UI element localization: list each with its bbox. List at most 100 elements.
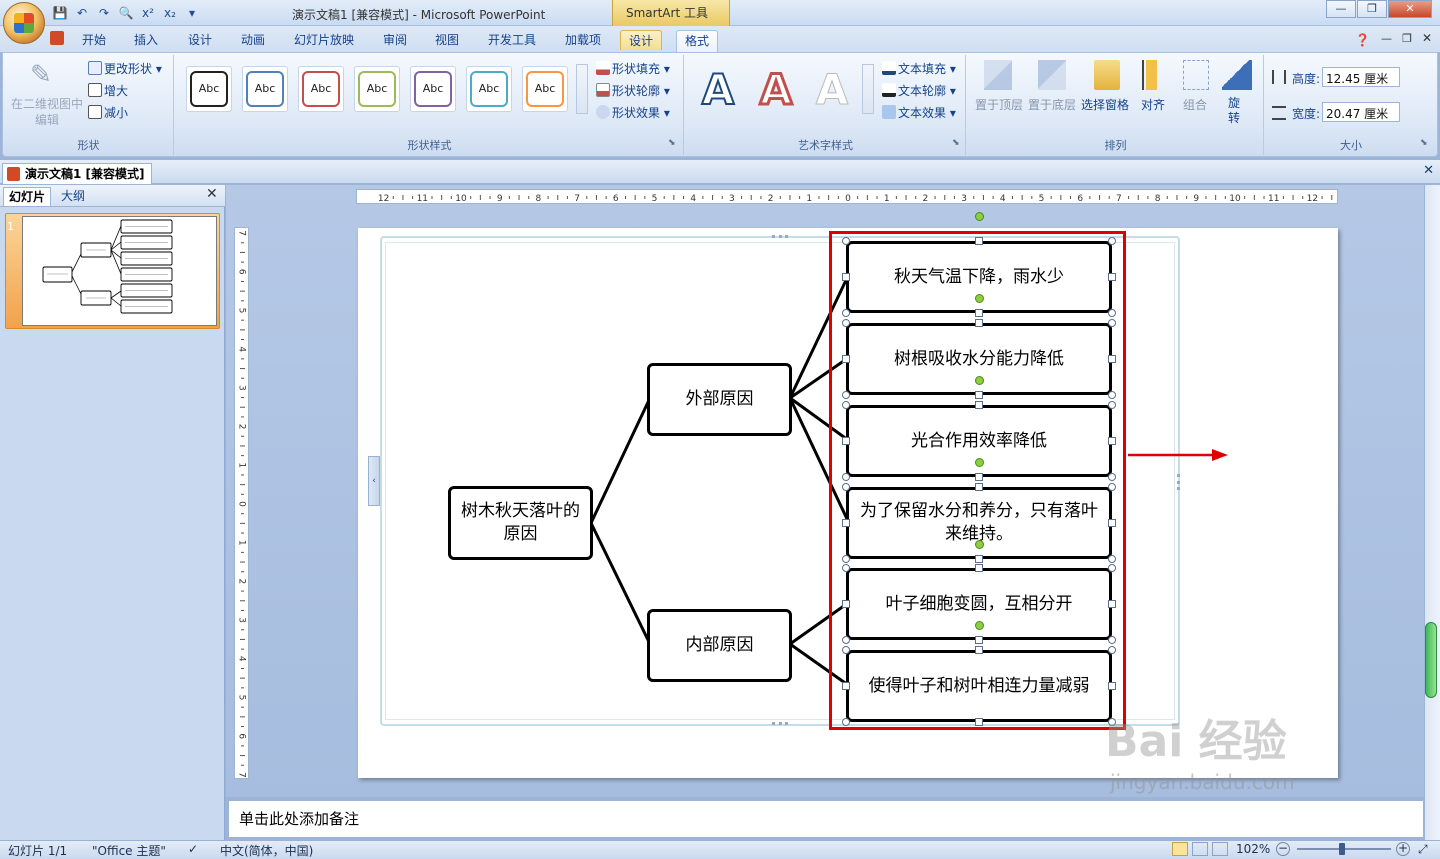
status-theme[interactable]: "Office 主题" — [92, 842, 166, 859]
undo-icon[interactable]: ↶ — [74, 5, 90, 21]
group-button[interactable]: 组合 — [1183, 96, 1207, 113]
shape-styles-launcher-icon[interactable]: ⬊ — [668, 138, 676, 148]
style-swatch-3[interactable]: Abc — [298, 66, 344, 112]
wordart-launcher-icon[interactable]: ⬊ — [952, 138, 960, 148]
larger-button[interactable]: 增大 — [88, 82, 128, 99]
align-button[interactable]: 对齐 — [1141, 96, 1165, 113]
group-shapes-label: 形状 — [77, 139, 100, 152]
change-shape-button[interactable]: 更改形状 ▾ — [88, 60, 162, 77]
document-close-icon[interactable]: ✕ — [1423, 163, 1434, 178]
status-language[interactable]: 中文(简体，中国) — [220, 842, 313, 859]
fit-window-icon[interactable]: ⤢ — [1418, 842, 1428, 857]
ruler-label: 2 — [923, 194, 929, 204]
tab-home[interactable]: 开始 — [74, 30, 114, 50]
style-swatch-5[interactable]: Abc — [410, 66, 456, 112]
size-launcher-icon[interactable]: ⬊ — [1420, 138, 1428, 148]
help-icon[interactable]: ❓ — [1355, 33, 1370, 47]
doc-minimize-icon[interactable]: — — [1381, 32, 1392, 45]
shape-effects-button[interactable]: 形状效果 ▾ — [596, 104, 670, 121]
diagram-root-node[interactable]: 树木秋天落叶的原因 — [448, 486, 593, 560]
shape-outline-icon — [596, 83, 610, 97]
text-outline-label: 文本轮廓 — [898, 84, 947, 98]
tab-developer[interactable]: 开发工具 — [480, 30, 544, 50]
edit-2d-button[interactable]: 在二维视图中编辑 — [8, 96, 86, 128]
slideshow-view-icon[interactable] — [1212, 842, 1228, 856]
smaller-button[interactable]: 减小 — [88, 104, 128, 121]
shape-fill-button[interactable]: 形状填充 ▾ — [596, 60, 670, 77]
wordart-style-3[interactable]: A — [806, 63, 858, 115]
bring-front-button[interactable]: 置于顶层 — [975, 96, 1023, 113]
vertical-scrollbar[interactable] — [1424, 185, 1440, 840]
help-ppt-icon[interactable] — [50, 31, 64, 45]
tab-format[interactable]: 格式 — [676, 30, 719, 53]
redo-icon[interactable]: ↷ — [96, 5, 112, 21]
slides-pane-close-icon[interactable]: ✕ — [206, 186, 218, 202]
style-swatch-1[interactable]: Abc — [186, 66, 232, 112]
tab-design[interactable]: 设计 — [180, 30, 220, 50]
tab-animations[interactable]: 动画 — [233, 30, 273, 50]
superscript-icon[interactable]: x² — [140, 5, 156, 21]
zoom-in-icon[interactable]: + — [1396, 842, 1410, 856]
rotate-button[interactable]: 旋转 — [1228, 96, 1242, 126]
tab-slideshow[interactable]: 幻灯片放映 — [286, 30, 362, 50]
ruler-label: 6 — [237, 733, 247, 739]
save-icon[interactable]: 💾 — [52, 5, 68, 21]
style-swatch-2[interactable]: Abc — [242, 66, 288, 112]
shape-outline-button[interactable]: 形状轮廓 ▾ — [596, 82, 670, 99]
document-tab[interactable]: 演示文稿1 [兼容模式] — [2, 163, 152, 184]
restore-button[interactable]: ❐ — [1357, 0, 1387, 18]
diagram-branch-external[interactable]: 外部原因 — [647, 363, 792, 436]
tab-smartart-design[interactable]: 设计 — [620, 30, 663, 50]
customize-qat-icon[interactable]: ▾ — [184, 5, 200, 21]
width-input[interactable]: 20.47 厘米 — [1322, 102, 1400, 122]
office-button[interactable] — [3, 2, 45, 44]
doc-restore-icon[interactable]: ❐ — [1402, 32, 1412, 45]
text-fill-button[interactable]: 文本填充 ▾ — [882, 60, 956, 77]
slide-thumbnail[interactable] — [22, 216, 217, 326]
style-swatch-4[interactable]: Abc — [354, 66, 400, 112]
ruler-label: 3 — [237, 385, 247, 391]
wordart-style-1[interactable]: A — [692, 63, 744, 115]
normal-view-icon[interactable] — [1172, 842, 1188, 856]
doc-close-icon[interactable]: ✕ — [1422, 31, 1432, 45]
wordart-gallery-scroll[interactable] — [862, 64, 874, 114]
zoom-out-icon[interactable]: − — [1276, 842, 1290, 856]
horizontal-ruler-ticks: 12 11 10 9 8 7 6 5 4 3 2 1 0 1 2 3 4 5 6 7 8 9 10 11 12 — [378, 194, 1333, 204]
tab-slides[interactable]: 幻灯片 — [3, 187, 52, 206]
slide-sorter-icon[interactable] — [1192, 842, 1208, 856]
edit-2d-icon: ✎ — [30, 60, 52, 90]
text-outline-button[interactable]: 文本轮廓 ▾ — [882, 82, 956, 99]
text-effects-button[interactable]: 文本效果 ▾ — [882, 104, 956, 121]
tab-insert[interactable]: 插入 — [126, 30, 166, 50]
spellcheck-icon[interactable]: ✓ — [188, 842, 198, 856]
selection-pane-button[interactable]: 选择窗格 — [1081, 96, 1129, 113]
ruler-label: 0 — [237, 501, 247, 507]
group-shape-styles-label: 形状样式 — [407, 139, 452, 152]
tab-addins[interactable]: 加载项 — [557, 30, 609, 50]
style-swatch-7[interactable]: Abc — [522, 66, 568, 112]
subscript-icon[interactable]: x₂ — [162, 5, 178, 21]
side-widget-bar[interactable] — [1425, 622, 1437, 698]
zoom-slider-thumb[interactable] — [1339, 843, 1345, 855]
send-back-button[interactable]: 置于底层 — [1028, 96, 1076, 113]
height-input[interactable]: 12.45 厘米 — [1322, 67, 1400, 87]
diagram-branch-internal[interactable]: 内部原因 — [647, 609, 792, 682]
ruler-label: 9 — [497, 194, 503, 204]
tab-outline[interactable]: 大纲 — [56, 187, 90, 206]
notes-pane[interactable]: 单击此处添加备注 — [228, 800, 1424, 838]
zoom-level[interactable]: 102% — [1236, 842, 1270, 856]
width-label: 宽度: — [1292, 107, 1321, 121]
print-preview-icon[interactable]: 🔍 — [118, 5, 134, 21]
wordart-style-2[interactable]: A — [750, 63, 802, 115]
close-button[interactable]: ✕ — [1388, 0, 1432, 18]
highlight-box — [829, 231, 1126, 730]
tab-view[interactable]: 视图 — [427, 30, 467, 50]
ruler-label: 6 — [237, 269, 247, 275]
rotation-handle[interactable] — [975, 212, 984, 221]
watermark-url: jingyan.baidu.com — [1110, 770, 1295, 794]
style-swatch-6[interactable]: Abc — [466, 66, 512, 112]
tab-review[interactable]: 审阅 — [375, 30, 415, 50]
minimize-button[interactable]: — — [1326, 0, 1356, 18]
shape-fill-label: 形状填充 — [612, 62, 661, 76]
shape-styles-gallery-scroll[interactable] — [576, 64, 588, 114]
